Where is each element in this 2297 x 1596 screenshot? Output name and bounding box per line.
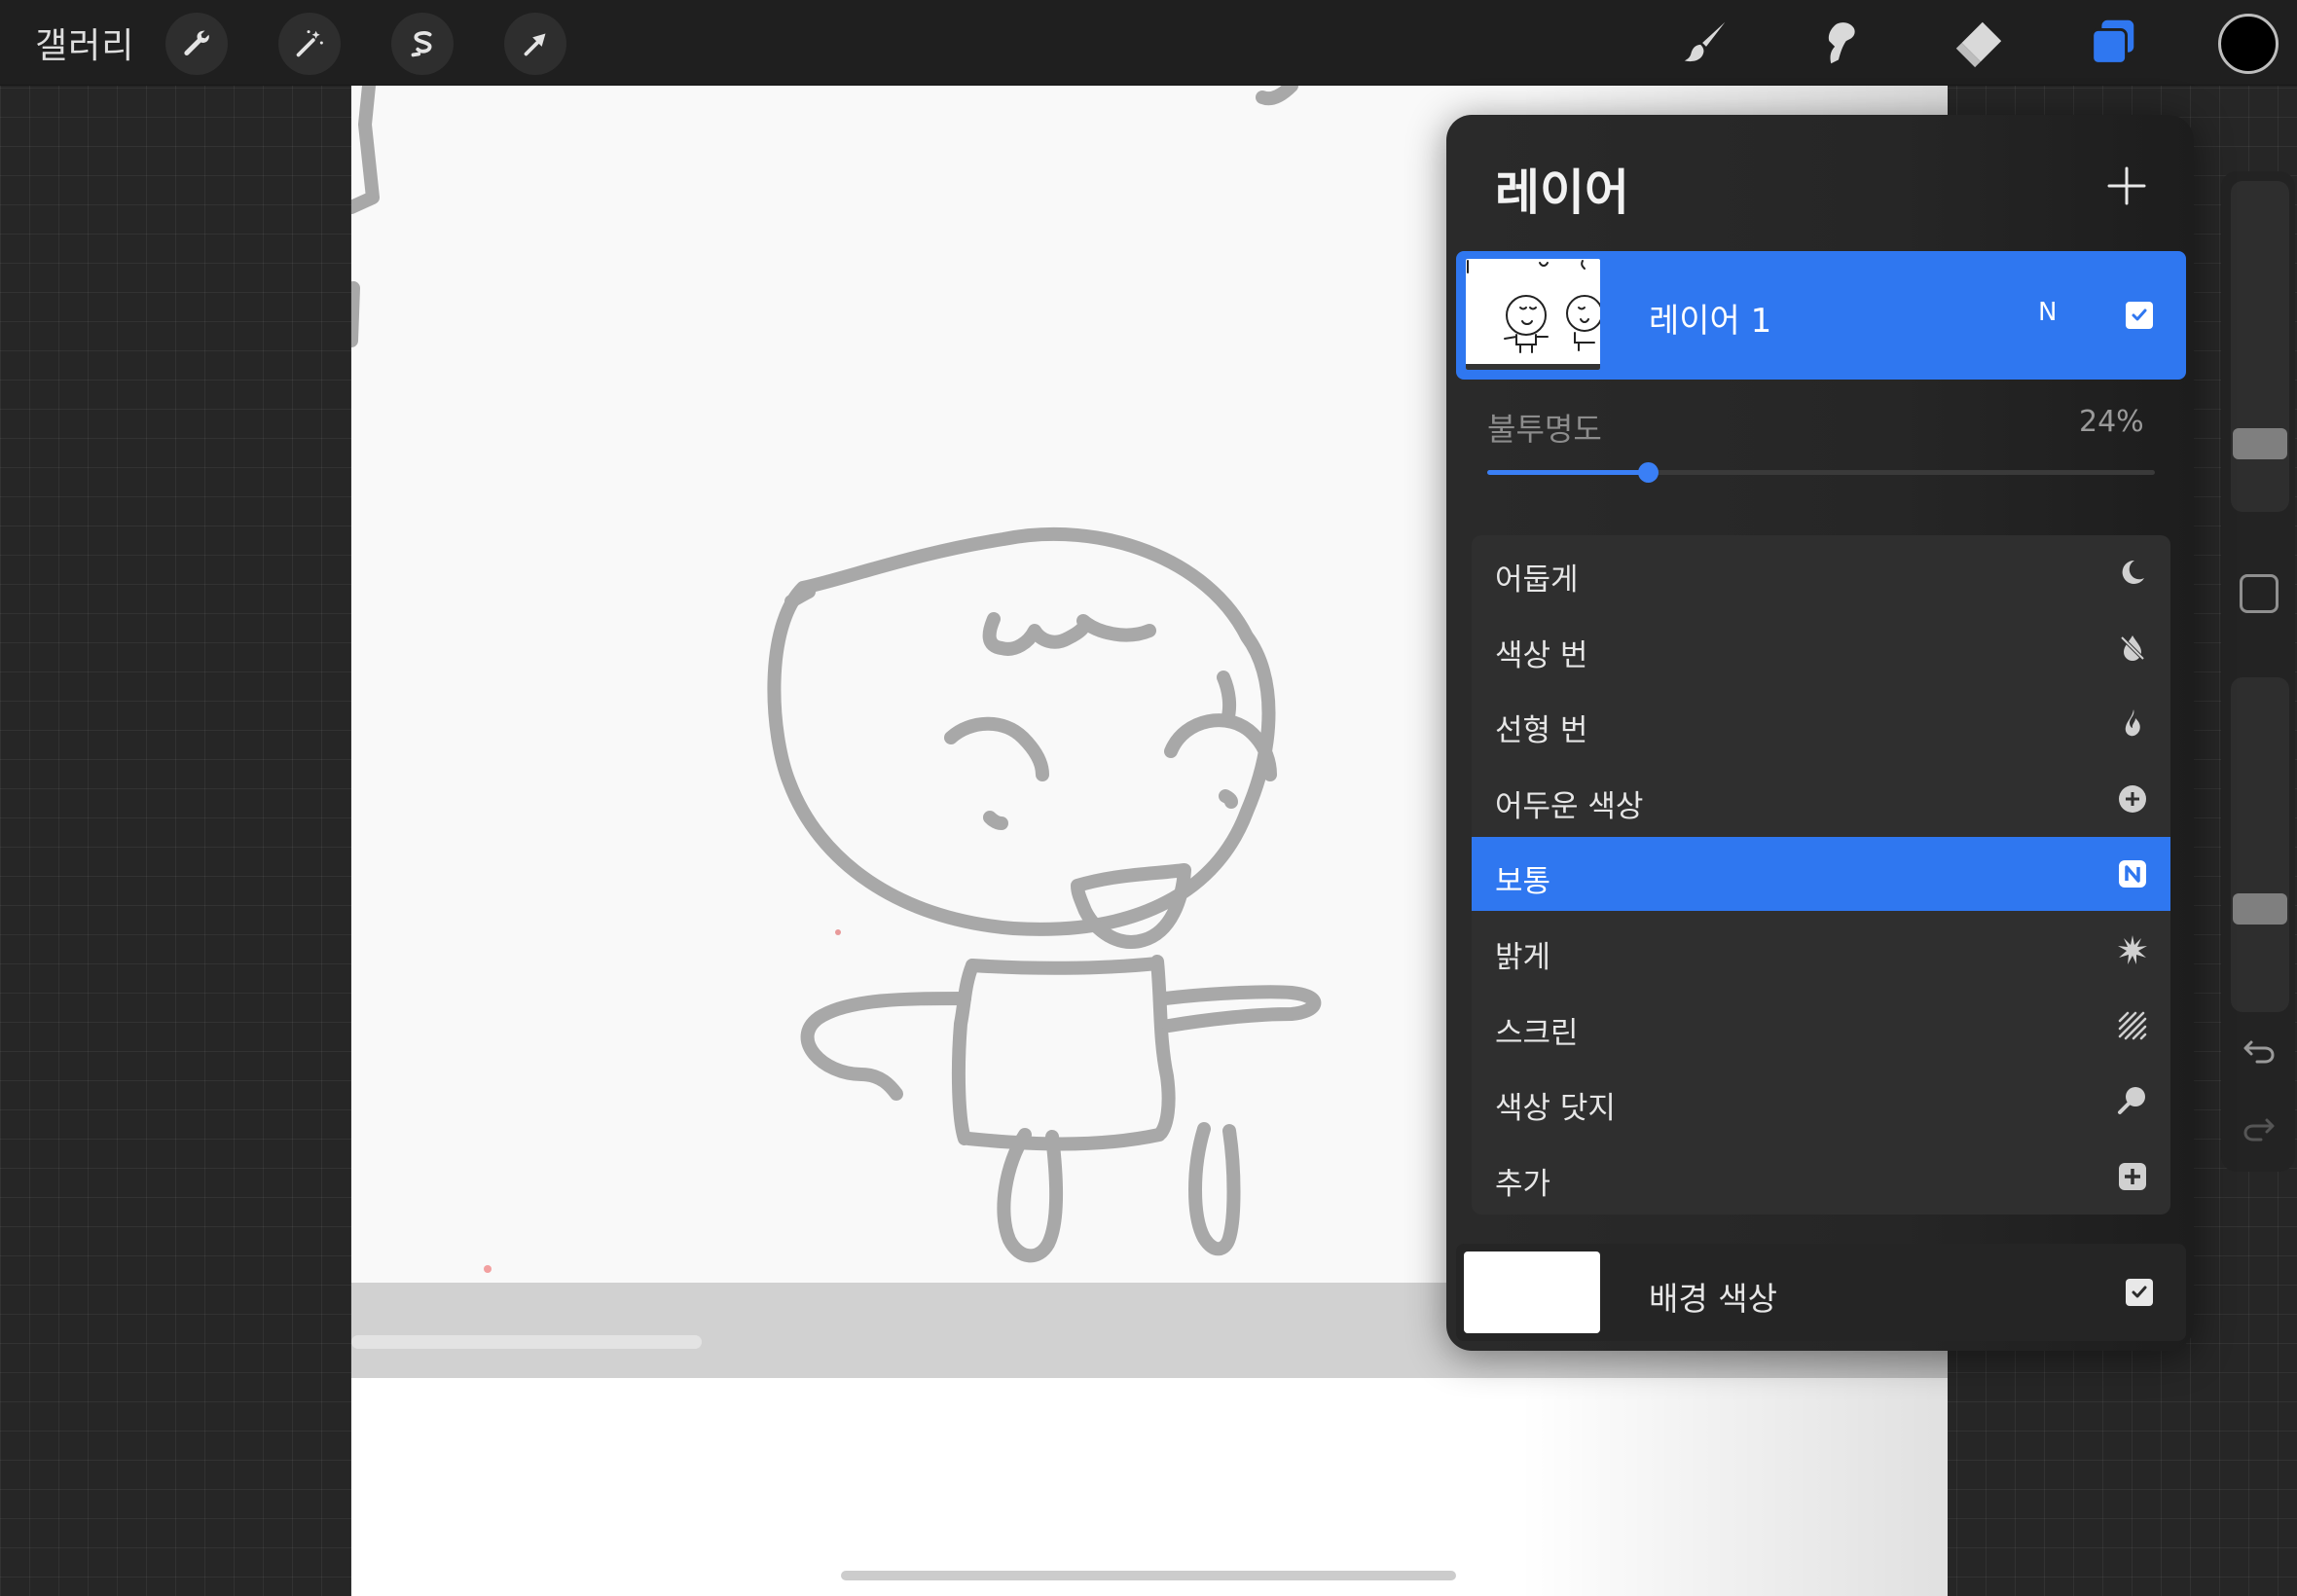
color-picker-swatch[interactable]: [2218, 14, 2279, 74]
brush-icon[interactable]: [1672, 10, 1740, 76]
opacity-value: 24%: [2079, 405, 2144, 439]
layers-icon[interactable]: [2079, 10, 2147, 76]
hatch-icon: [2116, 1009, 2149, 1042]
layer-thumbnail: [1466, 259, 1600, 370]
smudge-icon[interactable]: [1805, 10, 1873, 76]
blend-mode-list: 어둡게색상 번선형 번어두운 색상보통밝게스크린색상 닷지추가: [1472, 535, 2170, 1215]
flame-icon: [2116, 707, 2149, 740]
panel-title: 레이어: [1495, 164, 1629, 221]
eraser-icon[interactable]: [1945, 10, 2013, 76]
blend-mode-item[interactable]: 보통: [1472, 837, 2170, 912]
plus-icon[interactable]: [2102, 162, 2151, 210]
gallery-button[interactable]: 갤러리: [35, 18, 134, 68]
opacity-slider-fill: [1487, 470, 1648, 475]
opacity-label: 불투명도: [1487, 411, 1602, 448]
layers-panel: 레이어 레이어 1 N 불투명도 24% 어둡게 색상 번 선형 번 어두운 색…: [1446, 115, 2194, 1351]
plus-circle-icon: [2116, 782, 2149, 816]
blend-mode-item[interactable]: 선형 번: [1472, 686, 2170, 760]
selection-icon[interactable]: [391, 13, 454, 75]
background-color-label: 배경 색상: [1649, 1280, 1777, 1318]
opacity-slider-thumb[interactable]: [1637, 462, 1659, 483]
layer-blend-mode-button[interactable]: N: [2038, 298, 2057, 327]
wrench-icon[interactable]: [165, 13, 228, 75]
blend-mode-item[interactable]: 추가: [1472, 1140, 2170, 1214]
blend-mode-label: 색상 번: [1495, 637, 1588, 673]
layer-name: 레이어 1: [1649, 302, 1772, 341]
background-color-swatch[interactable]: [1464, 1251, 1600, 1333]
drop-slash-icon: [2116, 632, 2149, 665]
brush-opacity-thumb[interactable]: [2233, 893, 2287, 925]
blend-mode-label: 선형 번: [1495, 713, 1588, 749]
home-indicator[interactable]: [841, 1571, 1456, 1580]
magnifier-icon: [2116, 1084, 2149, 1117]
opacity-slider[interactable]: [1487, 462, 2155, 483]
blend-mode-label: 색상 닷지: [1495, 1091, 1616, 1127]
blend-mode-label: 어둡게: [1495, 562, 1579, 598]
blend-mode-item[interactable]: 밝게: [1472, 913, 2170, 987]
brush-size-slider[interactable]: [2231, 181, 2289, 512]
blend-mode-item[interactable]: 스크린: [1472, 989, 2170, 1063]
blend-mode-label: 보통: [1495, 864, 1551, 900]
blend-mode-label: 어두운 색상: [1495, 788, 1644, 824]
starburst-icon: [2116, 933, 2149, 966]
undo-icon[interactable]: [2239, 1030, 2279, 1070]
brush-opacity-slider[interactable]: [2231, 677, 2289, 1012]
blend-mode-item[interactable]: 어둡게: [1472, 535, 2170, 609]
blend-mode-item[interactable]: 색상 번: [1472, 611, 2170, 685]
layer-visibility-checkbox[interactable]: [2126, 302, 2153, 329]
blend-mode-label: 스크린: [1495, 1015, 1579, 1051]
background-visibility-checkbox[interactable]: [2126, 1279, 2153, 1306]
redo-icon[interactable]: [2239, 1107, 2279, 1148]
brush-size-thumb[interactable]: [2233, 428, 2287, 459]
top-toolbar: 갤러리: [0, 0, 2297, 86]
layer-row[interactable]: 레이어 1 N: [1456, 251, 2186, 380]
blend-mode-label: 밝게: [1495, 940, 1551, 975]
moon-icon: [2116, 556, 2149, 589]
background-color-row[interactable]: 배경 색상: [1456, 1244, 2186, 1341]
transform-arrow-icon[interactable]: [504, 13, 566, 75]
n-badge-icon: [2116, 857, 2149, 890]
modify-square-icon[interactable]: [2240, 574, 2279, 613]
magic-wand-icon[interactable]: [278, 13, 341, 75]
blend-mode-item[interactable]: 색상 닷지: [1472, 1064, 2170, 1138]
blend-mode-item[interactable]: 어두운 색상: [1472, 762, 2170, 836]
blend-mode-label: 추가: [1495, 1166, 1551, 1202]
sidebar: [2221, 171, 2295, 1172]
plus-square-icon: [2116, 1160, 2149, 1193]
